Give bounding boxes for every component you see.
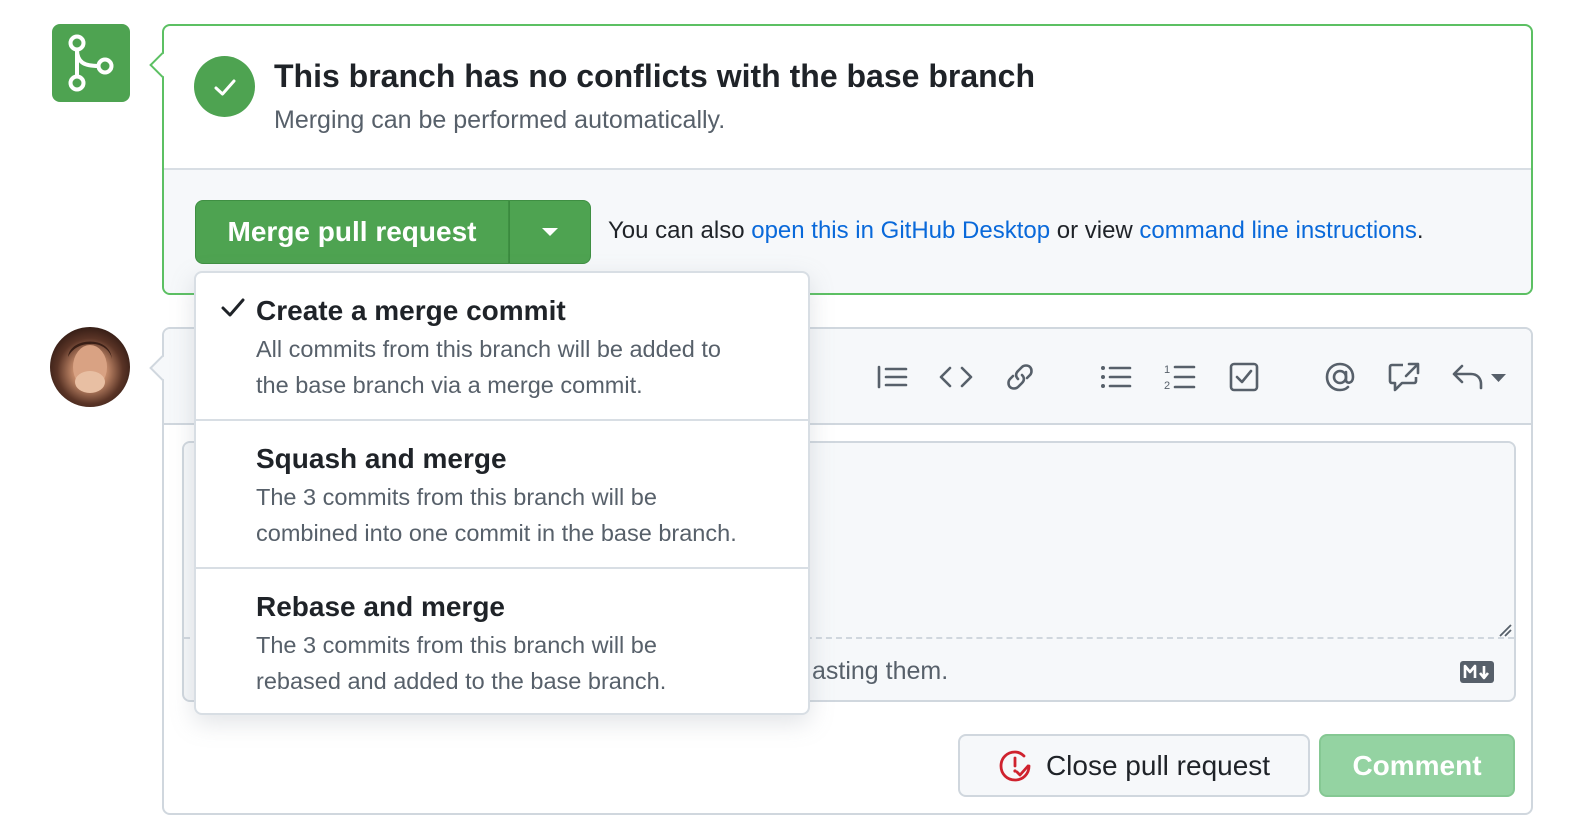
- menu-item-title: Create a merge commit: [256, 295, 566, 326]
- tasklist-icon[interactable]: [1226, 359, 1262, 395]
- triangle-down-icon: [542, 228, 558, 236]
- merge-status-title: This branch has no conflicts with the ba…: [274, 58, 1036, 94]
- quote-icon[interactable]: [874, 359, 910, 395]
- menu-item-description: All commits from this branch will be add…: [256, 336, 721, 398]
- markdown-icon[interactable]: [1460, 661, 1494, 683]
- cross-reference-icon[interactable]: [1386, 359, 1422, 395]
- check-icon: [221, 298, 245, 317]
- menu-item-title: Squash and merge: [256, 443, 507, 474]
- check-circle-icon: [194, 56, 255, 117]
- command-line-instructions-link[interactable]: command line instructions: [1139, 217, 1416, 244]
- close-pull-request-label: Close pull request: [1045, 749, 1271, 781]
- issue-closed-icon: [999, 750, 1031, 781]
- menu-item-rebase-and-merge[interactable]: Rebase and merge The 3 commits from this…: [196, 567, 808, 713]
- merge-pull-request-button[interactable]: Merge pull request: [195, 200, 509, 264]
- reply-icon[interactable]: [1450, 359, 1510, 395]
- menu-item-create-merge-commit[interactable]: Create a merge commit All commits from t…: [196, 273, 808, 421]
- avatar[interactable]: [50, 327, 130, 407]
- merge-status-subtitle: Merging can be performed automatically.: [274, 106, 726, 134]
- unordered-list-icon[interactable]: [1098, 359, 1134, 395]
- open-in-github-desktop-link[interactable]: open this in GitHub Desktop: [751, 217, 1050, 244]
- close-pull-request-button[interactable]: Close pull request: [958, 734, 1310, 797]
- ordered-list-icon[interactable]: 12: [1162, 359, 1198, 395]
- menu-item-title: Rebase and merge: [256, 591, 505, 622]
- code-icon[interactable]: [938, 359, 974, 395]
- alternate-merge-text: You can also open this in GitHub Desktop…: [608, 217, 1424, 244]
- merge-method-menu: Create a merge commit All commits from t…: [194, 271, 810, 715]
- comment-button[interactable]: Comment: [1319, 734, 1515, 797]
- menu-item-description: The 3 commits from this branch will be r…: [256, 632, 667, 694]
- link-icon[interactable]: [1002, 359, 1038, 395]
- menu-item-description: The 3 commits from this branch will be c…: [256, 484, 737, 546]
- mention-icon[interactable]: [1322, 359, 1358, 395]
- merge-method-dropdown-button[interactable]: [509, 200, 591, 264]
- menu-item-squash-and-merge[interactable]: Squash and merge The 3 commits from this…: [196, 419, 808, 567]
- git-merge-icon: [52, 24, 130, 102]
- attach-files-hint: asting them.: [812, 657, 949, 685]
- resize-handle-icon[interactable]: [1498, 623, 1512, 637]
- svg-text:2: 2: [1164, 380, 1170, 392]
- svg-text:1: 1: [1164, 364, 1170, 376]
- merge-box: This branch has no conflicts with the ba…: [149, 24, 1533, 295]
